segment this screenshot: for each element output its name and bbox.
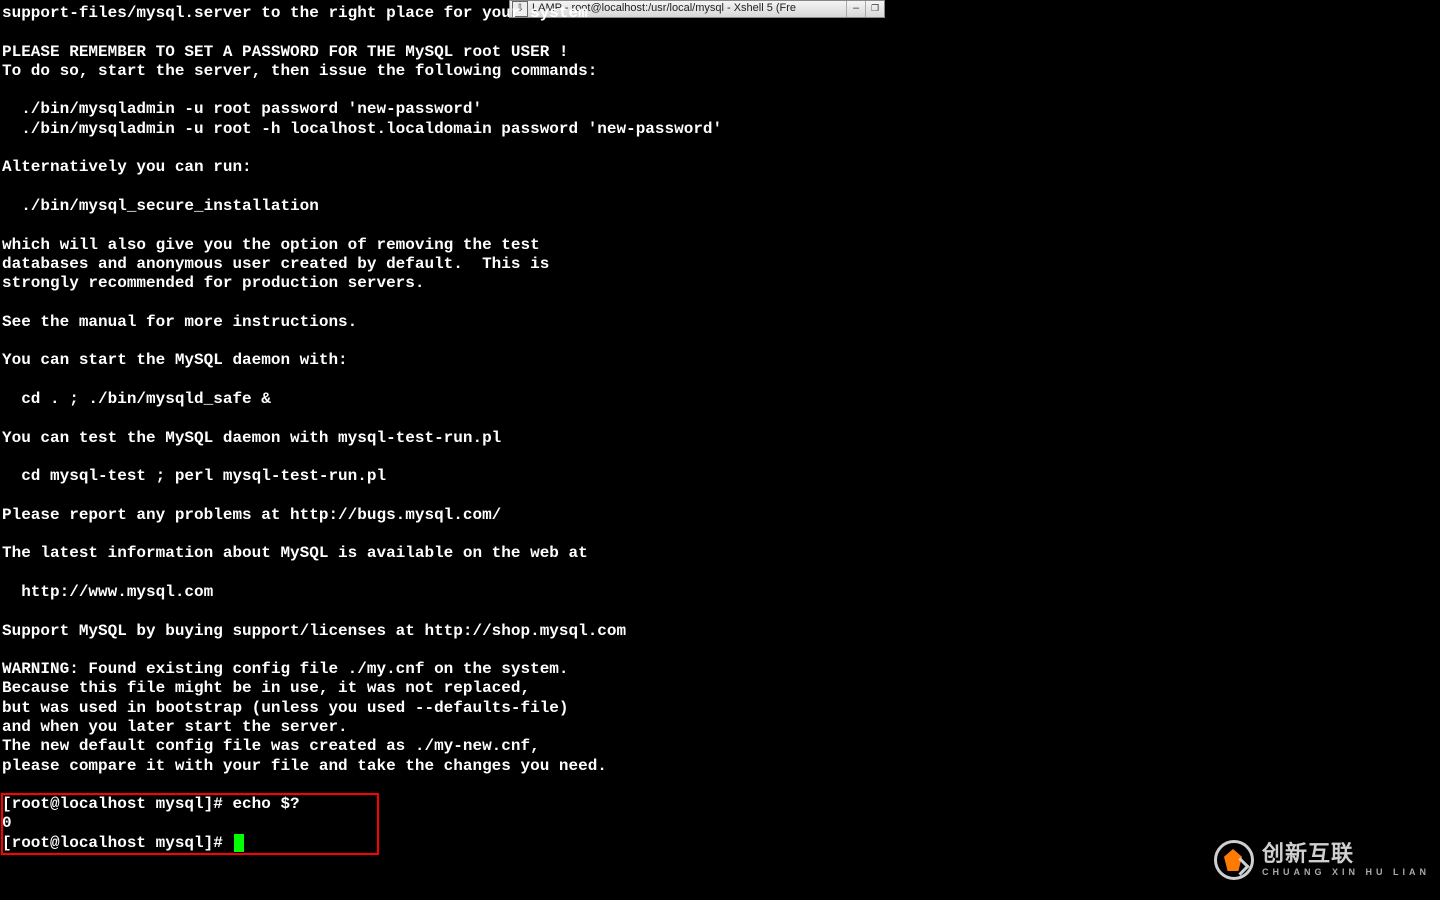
terminal-prompt-block[interactable]: [root@localhost mysql]# echo $? 0 [root@… bbox=[2, 795, 300, 853]
echo-result: 0 bbox=[2, 814, 12, 832]
window-restore-button[interactable] bbox=[865, 1, 884, 17]
watermark-text-sub: CHUANG XIN HU LIAN bbox=[1262, 868, 1430, 877]
prompt-line-2: [root@localhost mysql]# bbox=[2, 834, 232, 852]
terminal-output[interactable]: support-files/mysql.server to the right … bbox=[2, 4, 722, 776]
watermark-icon bbox=[1214, 840, 1254, 880]
window-minimize-button[interactable] bbox=[846, 1, 865, 17]
prompt-line-1: [root@localhost mysql]# echo $? bbox=[2, 795, 300, 813]
watermark-text-main: 创新互联 bbox=[1262, 843, 1430, 865]
watermark-logo: 创新互联 CHUANG XIN HU LIAN bbox=[1214, 840, 1430, 880]
terminal-cursor bbox=[234, 834, 244, 852]
